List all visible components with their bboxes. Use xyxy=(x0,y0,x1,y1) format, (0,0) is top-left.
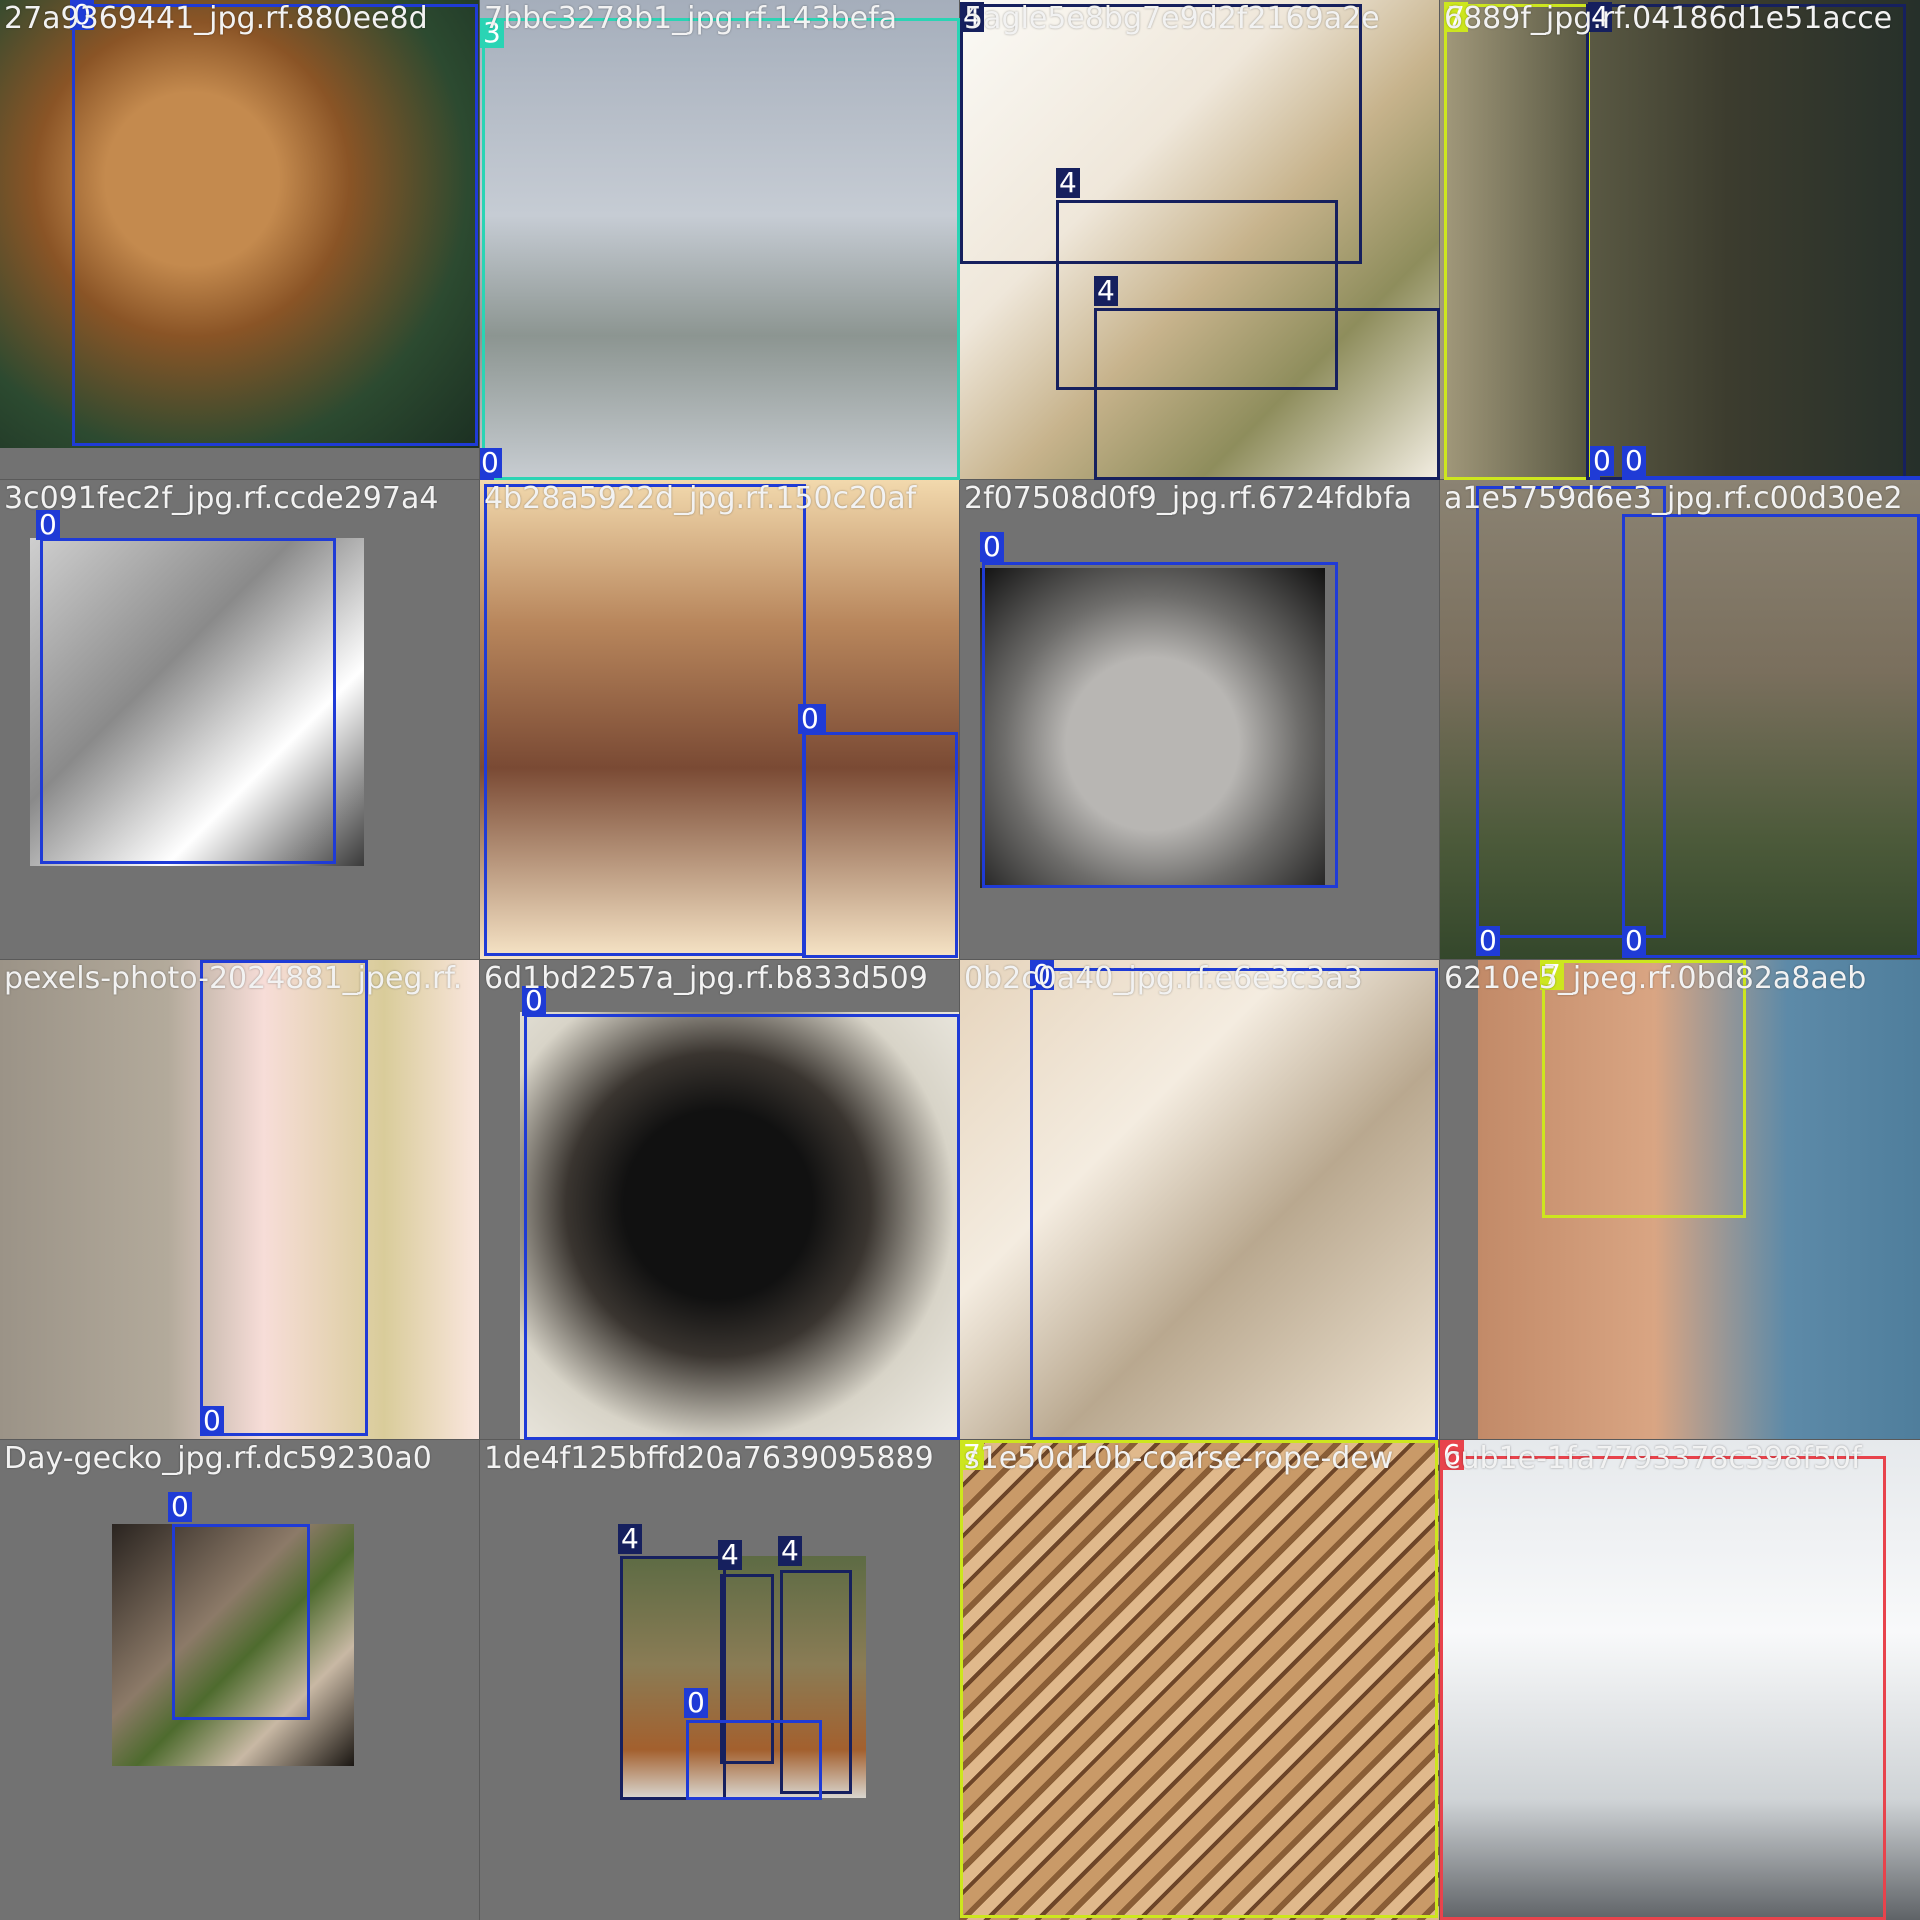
mosaic-grid: 27a9369441_jpg.rf.880ee8d 0 7bbc3278b1_jpg… xyxy=(0,0,1920,1920)
bounding-box xyxy=(484,484,806,956)
mosaic-tile: 3c091fec2f_jpg.rf.ccde297a4 0 xyxy=(0,479,481,961)
tile-filename: 2f07508d0f9_jpg.rf.6724fdbfa xyxy=(964,481,1413,516)
bounding-box xyxy=(1622,476,1920,480)
class-label-badge: 0 xyxy=(200,1406,224,1436)
class-label-badge: 0 xyxy=(1622,926,1646,956)
tile-filename: 0b2c0a40_jpg.rf.e6e3c3a3 xyxy=(964,961,1363,996)
bounding-box xyxy=(1622,514,1920,958)
mosaic-tile: 7bbc3278b1_jpg.rf.143befa 3 0 xyxy=(479,0,961,481)
class-label-badge: 4 xyxy=(618,1524,642,1554)
class-label-badge: 0 xyxy=(1476,926,1500,956)
mosaic-tile: 5agle5e8bg7e9d2f2169a2e 4 4 4 xyxy=(959,0,1441,481)
bounding-box xyxy=(200,960,368,1436)
class-label-badge: 0 xyxy=(798,704,822,734)
class-label-badge: 0 xyxy=(1622,446,1646,476)
bounding-box xyxy=(482,18,960,480)
tile-filename: Day-gecko_jpg.rf.dc59230a0 xyxy=(4,1441,432,1476)
tile-filename: cub1e-1fa7793378c398f50f xyxy=(1444,1441,1862,1476)
class-label-badge: 0 xyxy=(1590,446,1614,476)
class-label-badge: 4 xyxy=(718,1540,742,1570)
bounding-box xyxy=(686,1720,822,1800)
tile-filename: 7bbc3278b1_jpg.rf.143befa xyxy=(484,1,898,36)
mosaic-tile: 1de4f125bffd20a7639095889 4 4 4 0 xyxy=(479,1439,961,1920)
mosaic-tile: s1e50d10b-coarse-rope-dew 7 xyxy=(959,1439,1441,1920)
class-label-badge: 0 xyxy=(168,1492,192,1522)
tile-filename: 6210e5_jpeg.rf.0bd82a8aeb xyxy=(1444,961,1867,996)
tile-filename: 4b28a5922d_jpg.rf.150c20af xyxy=(484,481,917,516)
mosaic-tile: 6889f_jpg.rf.04186d1e51acce 7 4 0 0 xyxy=(1439,0,1920,481)
tile-filename: 6d1bd2257a_jpg.rf.b833d509 xyxy=(484,961,928,996)
bounding-box xyxy=(982,562,1338,888)
tile-filename: 3c091fec2f_jpg.rf.ccde297a4 xyxy=(4,481,439,516)
bounding-box xyxy=(1586,4,1906,480)
tile-filename: a1e5759d6e3_jpg.rf.c00d30e2 xyxy=(1444,481,1903,516)
mosaic-tile: 4b28a5922d_jpg.rf.150c20af00 xyxy=(479,479,961,961)
bounding-box xyxy=(1440,1456,1886,1920)
bounding-box xyxy=(960,1440,1438,1918)
mosaic-tile: 0b2c0a40_jpg.rf.e6e3c3a3 0 xyxy=(959,959,1441,1441)
class-label-badge: 4 xyxy=(778,1536,802,1566)
bounding-box xyxy=(40,538,336,864)
tile-filename: s1e50d10b-coarse-rope-dew xyxy=(964,1441,1394,1476)
bounding-box xyxy=(1542,960,1746,1218)
mosaic-tile: 2f07508d0f9_jpg.rf.6724fdbfa 0 xyxy=(959,479,1441,961)
mosaic-tile: 27a9369441_jpg.rf.880ee8d 0 xyxy=(0,0,481,481)
class-label-badge: 4 xyxy=(1056,168,1080,198)
tile-filename: 27a9369441_jpg.rf.880ee8d xyxy=(4,1,428,36)
mosaic-tile: Day-gecko_jpg.rf.dc59230a0 0 xyxy=(0,1439,481,1920)
bounding-box xyxy=(802,732,958,958)
mosaic-tile: cub1e-1fa7793378c398f50f 6 xyxy=(1439,1439,1920,1920)
tile-filename: 1de4f125bffd20a7639095889 xyxy=(484,1441,934,1476)
mosaic-tile: 6d1bd2257a_jpg.rf.b833d509 0 xyxy=(479,959,961,1441)
bounding-box xyxy=(1094,308,1440,480)
mosaic-tile: 6210e5_jpeg.rf.0bd82a8aeb 7 xyxy=(1439,959,1920,1441)
class-label-badge: 4 xyxy=(1094,276,1118,306)
bounding-box xyxy=(1030,968,1438,1440)
bounding-box xyxy=(172,1524,310,1720)
tile-filename: pexels-photo-2024881_jpeg.rf. xyxy=(4,961,463,996)
mosaic-tile: pexels-photo-2024881_jpeg.rf. 0 xyxy=(0,959,481,1441)
tile-filename: 5agle5e8bg7e9d2f2169a2e xyxy=(964,1,1380,36)
bounding-box xyxy=(524,1014,960,1440)
class-label-badge: 0 xyxy=(980,532,1004,562)
mosaic-tile: a1e5759d6e3_jpg.rf.c00d30e2 0 0 xyxy=(1439,479,1920,961)
class-label-badge: 0 xyxy=(480,448,502,478)
tile-filename: 6889f_jpg.rf.04186d1e51acce xyxy=(1444,1,1893,36)
bounding-box xyxy=(1444,4,1590,480)
bounding-box xyxy=(72,4,478,446)
class-label-badge: 0 xyxy=(684,1688,708,1718)
